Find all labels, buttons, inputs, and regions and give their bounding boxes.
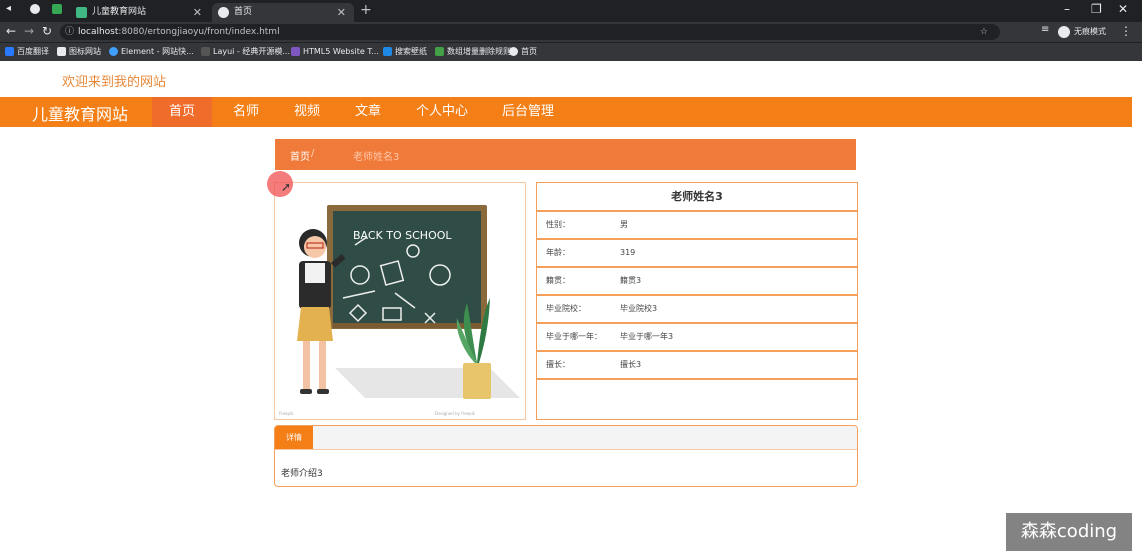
tab-search-icon[interactable]: ◂ xyxy=(6,3,11,14)
bookmark-item[interactable]: Element - 网站快... xyxy=(109,46,194,58)
new-tab-icon[interactable]: + xyxy=(360,2,372,18)
info-value: 319 xyxy=(620,248,636,257)
nav-item-videos[interactable]: 视频 xyxy=(279,97,335,127)
info-value: 籍贯3 xyxy=(620,276,642,285)
teacher-illustration: BACK TO SCHOOL Freepik Designed by freep… xyxy=(279,205,520,416)
bookmark-item[interactable]: Layui - 经典开源模... xyxy=(201,46,290,58)
bookmark-item[interactable]: 百度翻译 xyxy=(5,46,49,58)
breadcrumb-current: 老师姓名3 xyxy=(353,152,400,163)
reload-icon[interactable]: ↻ xyxy=(42,24,52,38)
profile-label: 无痕模式 xyxy=(1074,27,1106,36)
info-value: 毕业于哪一年3 xyxy=(620,332,674,341)
teacher-intro: 老师介绍3 xyxy=(281,469,323,479)
info-label: 擅长： xyxy=(546,360,570,369)
info-label: 毕业于哪一年： xyxy=(546,332,602,341)
site-navbar: 儿童教育网站 首页 名师 视频 文章 个人中心 后台管理 xyxy=(0,97,1132,127)
bookmark-icon xyxy=(435,47,444,56)
nav-item-teachers[interactable]: 名师 xyxy=(218,97,274,127)
close-tab-icon[interactable]: ✕ xyxy=(337,3,346,22)
bookmark-icon xyxy=(201,47,210,56)
info-label: 毕业院校： xyxy=(546,304,586,313)
url-host: localhost xyxy=(78,27,119,37)
nav-item-articles[interactable]: 文章 xyxy=(340,97,396,127)
restore-icon[interactable]: ❐ xyxy=(1091,2,1102,16)
bookmark-icon xyxy=(109,47,118,56)
browser-tab-1[interactable]: 儿童教育网站 ✕ xyxy=(70,3,210,22)
detail-panel: 详情 老师介绍3 xyxy=(274,425,858,487)
close-tab-icon[interactable]: ✕ xyxy=(193,3,202,22)
welcome-text: 欢迎来到我的网站 xyxy=(62,75,167,90)
bookmark-item[interactable]: 数组增量删除规则 xyxy=(435,46,511,58)
star-icon[interactable]: ☆ xyxy=(980,24,988,40)
bookmark-icon xyxy=(5,47,14,56)
bookmark-label: HTML5 Website T... xyxy=(303,47,379,56)
teacher-image: BACK TO SCHOOL Freepik Designed by freep… xyxy=(274,182,526,420)
detail-tab-bar: 详情 xyxy=(275,426,857,450)
vue-favicon-icon xyxy=(76,7,87,18)
teacher-info-panel: 老师姓名3 性别： 男 年龄： 319 籍贯： 籍贯3 毕业院校： 毕业院校3 … xyxy=(536,182,858,420)
info-row-school: 毕业院校： 毕业院校3 xyxy=(537,296,857,324)
browser-address-bar: ← → ↻ ⓘ localhost:8080/ertongjiaoyu/fron… xyxy=(0,22,1142,42)
mouse-cursor-icon: ➚ xyxy=(281,180,292,194)
bookmark-label: Layui - 经典开源模... xyxy=(213,47,290,56)
browser-tab-title: 首页 xyxy=(234,7,253,17)
breadcrumb-home[interactable]: 首页 xyxy=(290,148,310,163)
info-value: 男 xyxy=(620,220,628,229)
nav-item-profile[interactable]: 个人中心 xyxy=(402,97,482,127)
tab-detail[interactable]: 详情 xyxy=(275,426,313,449)
image-caption-right: Designed by freepik xyxy=(435,411,476,416)
menu-icon[interactable]: ⋮ xyxy=(1120,24,1132,38)
teacher-name: 老师姓名3 xyxy=(537,183,857,212)
back-icon[interactable]: ← xyxy=(6,24,16,38)
watermark: 森森coding xyxy=(1006,513,1132,551)
breadcrumb: 首页 / 老师姓名3 xyxy=(275,139,856,170)
incognito-profile[interactable]: 无痕模式 xyxy=(1058,24,1106,40)
bookmark-item[interactable]: HTML5 Website T... xyxy=(291,46,379,58)
bookmark-label: 搜索壁纸 xyxy=(395,47,427,56)
info-row-gender: 性别： 男 xyxy=(537,212,857,240)
url-input[interactable]: ⓘ localhost:8080/ertongjiaoyu/front/inde… xyxy=(60,24,1000,40)
reading-list-icon[interactable]: ≡ xyxy=(1041,24,1049,35)
info-icon[interactable]: ⓘ xyxy=(65,24,74,40)
nav-item-home[interactable]: 首页 xyxy=(152,97,212,127)
bookmark-icon xyxy=(291,47,300,56)
board-text: BACK TO SCHOOL xyxy=(353,229,452,242)
close-window-icon[interactable]: ✕ xyxy=(1118,2,1128,16)
bookmark-label: 数组增量删除规则 xyxy=(447,47,511,56)
extension-icon[interactable] xyxy=(52,4,62,14)
info-row-graduation-year: 毕业于哪一年： 毕业于哪一年3 xyxy=(537,324,857,352)
info-value: 擅长3 xyxy=(620,360,642,369)
bookmark-icon xyxy=(383,47,392,56)
info-label: 年龄： xyxy=(546,248,570,257)
bookmark-item[interactable]: 搜索壁纸 xyxy=(383,46,427,58)
info-row-hometown: 籍贯： 籍贯3 xyxy=(537,268,857,296)
bookmark-label: 图标网站 xyxy=(69,47,101,56)
image-caption-left: Freepik xyxy=(279,411,294,416)
bookmark-item[interactable]: 图标网站 xyxy=(57,46,101,58)
breadcrumb-separator: / xyxy=(311,148,315,159)
site-brand[interactable]: 儿童教育网站 xyxy=(32,101,128,125)
bookmark-label: Element - 网站快... xyxy=(121,47,194,56)
minimize-icon[interactable]: – xyxy=(1064,2,1070,16)
url-path: :8080/ertongjiaoyu/front/index.html xyxy=(118,27,280,37)
bookmark-item[interactable]: 首页 xyxy=(509,46,537,58)
bookmarks-bar: 百度翻译 图标网站 Element - 网站快... Layui - 经典开源模… xyxy=(0,42,1142,61)
globe-favicon-icon xyxy=(218,7,229,18)
incognito-icon xyxy=(1058,25,1070,38)
info-label: 性别： xyxy=(546,220,570,229)
globe-icon[interactable] xyxy=(30,4,40,14)
forward-icon[interactable]: → xyxy=(24,24,34,38)
browser-tab-title: 儿童教育网站 xyxy=(92,7,147,17)
browser-tab-2[interactable]: 首页 ✕ xyxy=(212,3,354,22)
nav-item-admin[interactable]: 后台管理 xyxy=(488,97,568,127)
bookmark-label: 首页 xyxy=(521,47,537,56)
bookmark-icon xyxy=(509,47,518,56)
info-label: 籍贯： xyxy=(546,276,570,285)
info-value: 毕业院校3 xyxy=(620,304,658,313)
bookmark-icon xyxy=(57,47,66,56)
browser-tab-bar: ◂ 儿童教育网站 ✕ 首页 ✕ + – ❐ ✕ xyxy=(0,0,1142,22)
bookmark-label: 百度翻译 xyxy=(17,47,49,56)
info-row-specialty: 擅长： 擅长3 xyxy=(537,352,857,380)
info-row-age: 年龄： 319 xyxy=(537,240,857,268)
